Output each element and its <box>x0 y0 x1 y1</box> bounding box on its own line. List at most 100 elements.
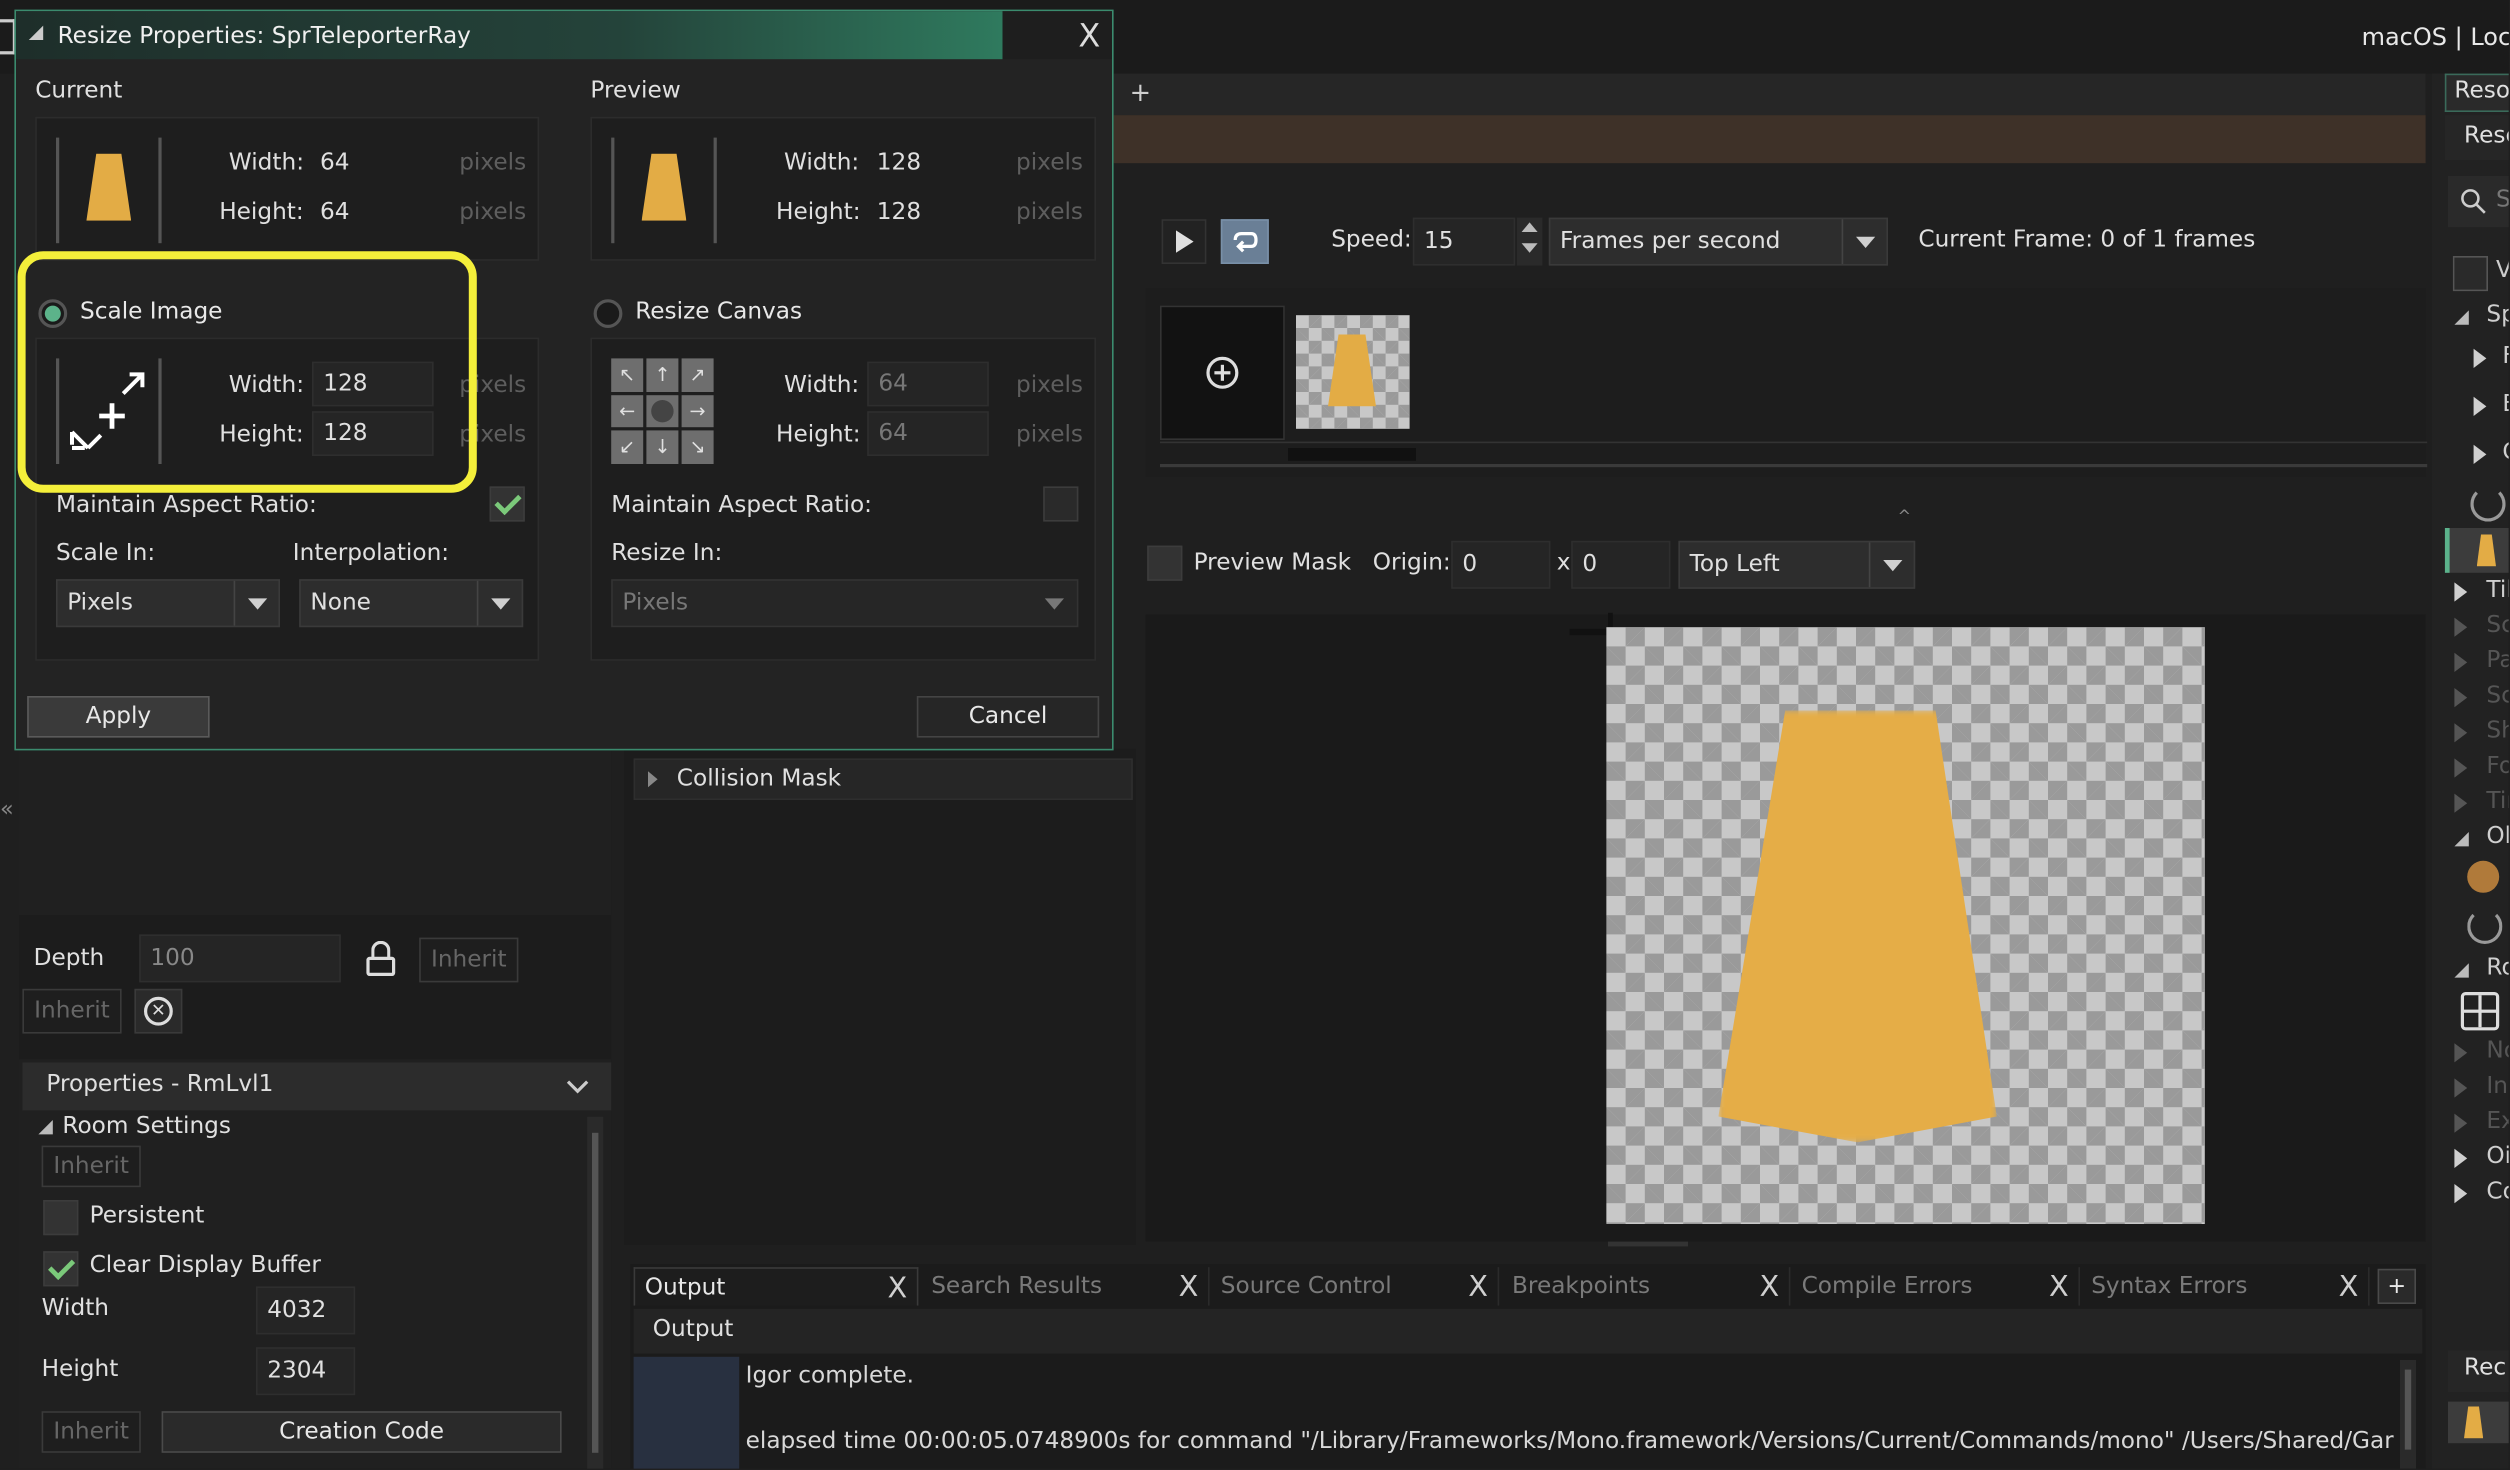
room-resource-icon[interactable] <box>2460 992 2500 1031</box>
add-frame-button[interactable] <box>1160 305 1285 440</box>
tree-arrow[interactable] <box>2454 617 2468 637</box>
tree-item[interactable]: C <box>2502 440 2508 466</box>
tree-item[interactable]: No <box>2486 1038 2508 1064</box>
tree-arrow[interactable] <box>2454 723 2468 743</box>
speed-input[interactable]: 15 <box>1412 217 1516 266</box>
tree-arrow[interactable] <box>2454 582 2468 602</box>
sprite-resource-icon[interactable] <box>2470 486 2506 522</box>
room-settings-arrow[interactable] <box>38 1120 53 1135</box>
close-icon[interactable]: X <box>2339 1270 2359 1304</box>
tree-item[interactable]: Sc <box>2486 613 2508 639</box>
tree-arrow[interactable] <box>2454 758 2468 778</box>
tree-item[interactable]: In <box>2486 1074 2508 1100</box>
speed-stepper[interactable] <box>1516 217 1543 266</box>
tab-breakpoints[interactable]: Breakpoints X <box>1502 1267 1791 1306</box>
add-output-tab-button[interactable]: + <box>2377 1268 2416 1304</box>
tree-item[interactable]: E <box>2502 392 2508 418</box>
tree-item-rooms[interactable]: Ro <box>2486 955 2508 981</box>
close-icon[interactable]: X <box>1759 1270 1779 1304</box>
tree-item[interactable]: Pa <box>2486 648 2508 674</box>
close-icon[interactable]: X <box>1078 16 1100 54</box>
layer-inherit-button[interactable]: Inherit <box>22 988 122 1034</box>
output-scrollbar[interactable] <box>2400 1360 2416 1469</box>
anchor-bottom-left[interactable]: ↙ <box>611 430 644 464</box>
scale-aspect-checkbox[interactable] <box>489 486 525 522</box>
tree-item[interactable]: Co <box>2486 1179 2508 1205</box>
close-icon[interactable]: X <box>1179 1270 1199 1304</box>
persistent-checkbox[interactable] <box>43 1200 79 1236</box>
tab-source-control[interactable]: Source Control X <box>1211 1267 1500 1306</box>
tab-syntax-errors[interactable]: Syntax Errors X <box>2082 1267 2370 1306</box>
resources-tab[interactable]: Reso <box>2444 73 2509 112</box>
anchor-center[interactable] <box>646 394 679 428</box>
tree-item[interactable]: Oi <box>2486 1144 2508 1170</box>
tree-item-objects[interactable]: Ol <box>2486 824 2508 850</box>
selected-sprite-row[interactable] <box>2444 528 2509 573</box>
tree-arrow[interactable] <box>2454 1113 2468 1133</box>
anchor-top-right[interactable]: ↗ <box>681 358 714 392</box>
views-button[interactable]: V <box>2452 256 2509 292</box>
dialog-titlebar[interactable]: Resize Properties: SprTeleporterRay X <box>16 11 1112 60</box>
creation-inherit-button[interactable]: Inherit <box>41 1411 141 1453</box>
add-tab-button[interactable]: + <box>1130 77 1159 109</box>
collapse-arrow[interactable]: « <box>0 797 14 823</box>
anchor-left[interactable]: ← <box>611 394 644 428</box>
tree-arrow[interactable] <box>2454 1078 2468 1098</box>
origin-y-input[interactable]: 0 <box>1571 540 1671 589</box>
tree-item[interactable]: Sh <box>2486 718 2508 744</box>
anchor-top[interactable]: ↑ <box>646 358 679 392</box>
canvas-aspect-checkbox[interactable] <box>1043 486 1079 522</box>
recent-tab[interactable]: Rec <box>2448 1350 2509 1392</box>
depth-input[interactable]: 100 <box>139 934 341 983</box>
tree-item[interactable]: Tir <box>2486 789 2508 815</box>
scale-in-dropdown[interactable]: Pixels <box>56 579 280 628</box>
tree-arrow[interactable] <box>2454 1184 2468 1204</box>
anchor-bottom[interactable]: ↓ <box>646 430 679 464</box>
canvas-height-input[interactable]: 64 <box>867 411 989 456</box>
frame-thumbnail[interactable] <box>1296 315 1410 429</box>
recent-item[interactable] <box>2448 1401 2509 1444</box>
canvas-radio[interactable] <box>593 299 623 328</box>
origin-preset-dropdown[interactable]: Top Left <box>1678 540 1916 589</box>
anchor-right[interactable]: → <box>681 394 714 428</box>
anchor-bottom-right[interactable]: ↘ <box>681 430 714 464</box>
tree-item[interactable]: Ex <box>2486 1109 2508 1135</box>
resource-tree[interactable]: Sp F E C Til Sc Pa Sc Sh Fo Tir Ol Ro <box>2444 301 2509 1229</box>
lock-icon[interactable] <box>366 940 396 979</box>
tree-arrow[interactable] <box>2454 652 2468 672</box>
creation-code-button[interactable]: Creation Code <box>161 1411 562 1453</box>
cancel-button[interactable]: Cancel <box>916 696 1100 738</box>
resize-in-dropdown[interactable]: Pixels <box>611 579 1079 628</box>
properties-scrollbar[interactable] <box>587 1116 604 1469</box>
monkey-object-icon[interactable] <box>2467 860 2500 893</box>
apply-button[interactable]: Apply <box>27 696 210 738</box>
resources-search[interactable]: S <box>2448 176 2509 228</box>
close-icon[interactable]: X <box>2049 1270 2069 1304</box>
canvas-width-input[interactable]: 64 <box>867 361 989 407</box>
tree-arrow-expanded[interactable] <box>2454 832 2469 847</box>
close-icon[interactable]: X <box>1468 1270 1488 1304</box>
origin-x-input[interactable]: 0 <box>1451 540 1551 589</box>
sprite-canvas[interactable] <box>1606 627 2205 1224</box>
splitter-handle[interactable]: ^ <box>1898 509 1911 527</box>
canvas-scroll-handle[interactable] <box>1608 1241 1688 1247</box>
loop-button[interactable] <box>1220 219 1269 264</box>
anchor-grid[interactable]: ↖ ↑ ↗ ← → ↙ ↓ ↘ <box>611 358 717 464</box>
tree-arrow[interactable] <box>2473 348 2487 368</box>
clear-circle-button[interactable]: ✕ <box>134 988 183 1034</box>
room-width-input[interactable]: 4032 <box>256 1286 356 1335</box>
tab-search-results[interactable]: Search Results X <box>922 1267 1210 1306</box>
fps-dropdown[interactable]: Frames per second <box>1548 217 1888 266</box>
tab-compile-errors[interactable]: Compile Errors X <box>1792 1267 2080 1306</box>
interpolation-dropdown[interactable]: None <box>299 579 524 628</box>
tree-item[interactable]: F <box>2502 344 2508 370</box>
tab-output[interactable]: Output X <box>633 1267 919 1306</box>
tree-arrow[interactable] <box>2454 793 2468 813</box>
tree-item-sprites[interactable]: Sp <box>2486 302 2508 328</box>
tree-arrow[interactable] <box>2454 1043 2468 1063</box>
tree-arrow-expanded[interactable] <box>2454 310 2469 325</box>
play-button[interactable] <box>1161 219 1207 264</box>
object-resource-icon[interactable] <box>2467 908 2503 944</box>
clear-display-checkbox[interactable] <box>43 1251 79 1287</box>
preview-mask-checkbox[interactable] <box>1147 545 1183 581</box>
